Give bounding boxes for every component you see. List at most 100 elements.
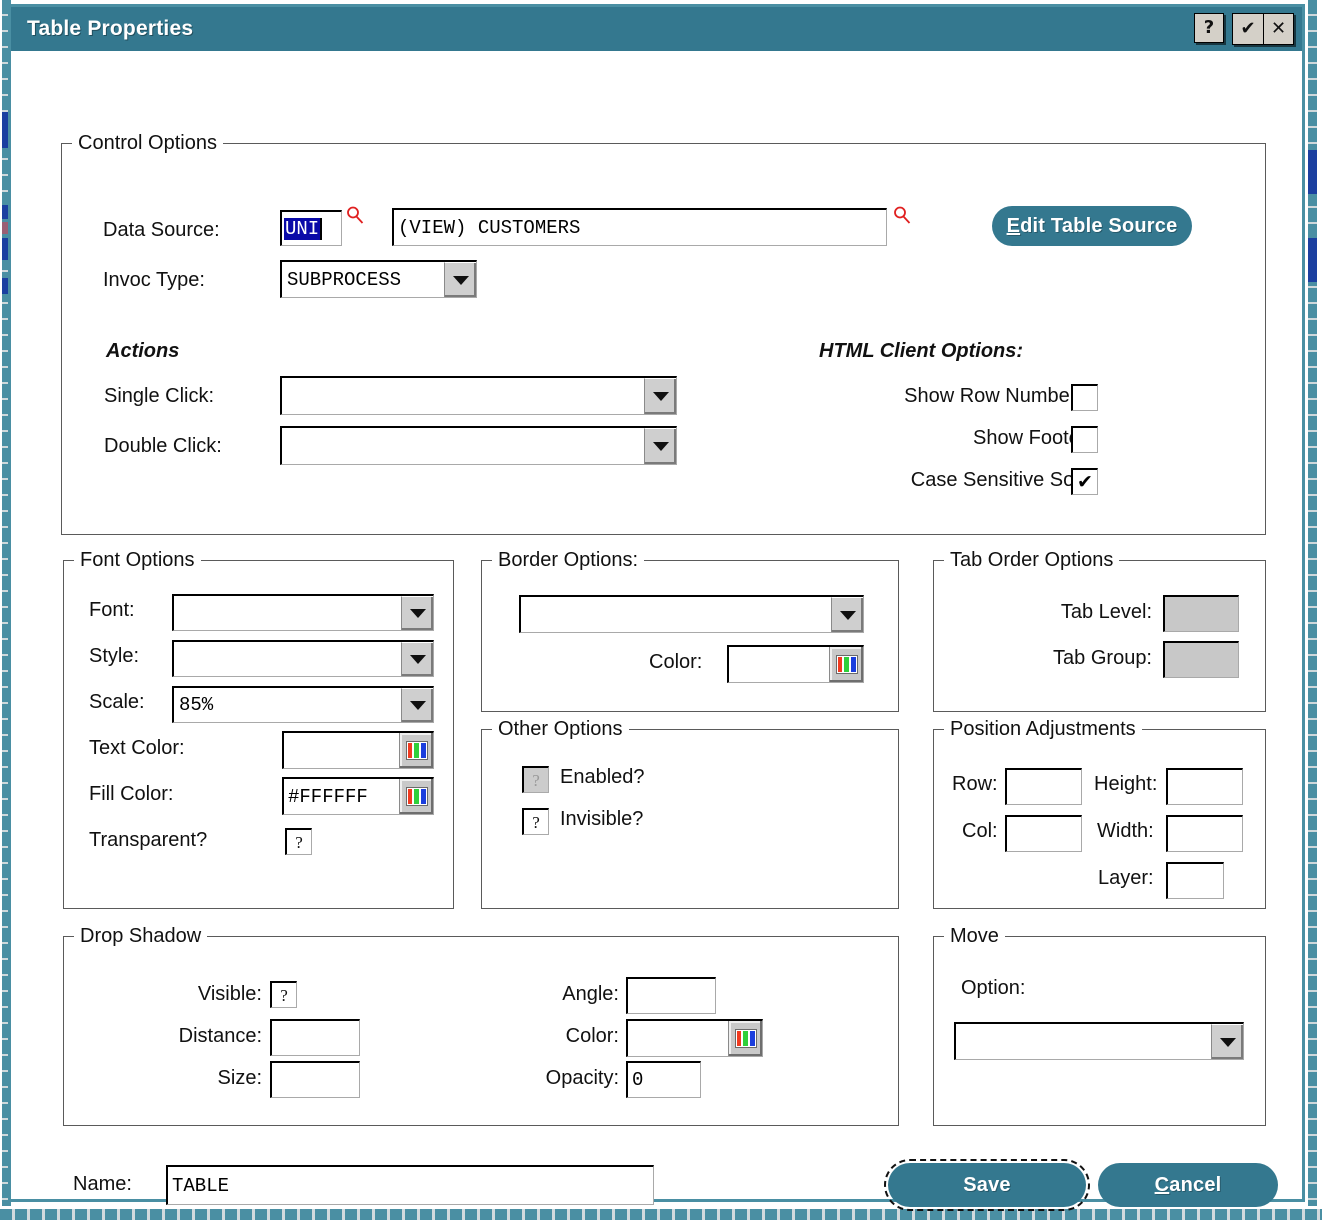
layer-field[interactable] bbox=[1166, 862, 1224, 899]
chevron-down-icon[interactable] bbox=[401, 596, 433, 630]
single-click-select[interactable] bbox=[280, 376, 677, 415]
fill-color-field[interactable]: #FFFFFF bbox=[282, 777, 434, 815]
dialog-titlebar: Table Properties ? ✔ ✕ bbox=[11, 7, 1302, 51]
group-tab-order-options-legend: Tab Order Options bbox=[944, 549, 1119, 572]
scale-select[interactable]: 85% bbox=[172, 686, 434, 723]
edit-table-source-label: dit Table Source bbox=[1020, 215, 1177, 237]
save-button[interactable]: Save bbox=[888, 1163, 1086, 1207]
invisible-label: Invisible? bbox=[560, 808, 643, 831]
invoc-type-label: Invoc Type: bbox=[103, 269, 205, 292]
shadow-size-field[interactable] bbox=[270, 1061, 360, 1098]
height-label: Height: bbox=[1094, 773, 1157, 796]
col-label: Col: bbox=[962, 820, 998, 843]
data-source-value-field[interactable]: (VIEW) CUSTOMERS bbox=[392, 208, 887, 246]
chevron-down-icon[interactable] bbox=[831, 597, 863, 632]
invoc-type-value: SUBPROCESS bbox=[282, 262, 444, 297]
style-label: Style: bbox=[89, 645, 139, 668]
tab-group-field[interactable] bbox=[1163, 641, 1239, 678]
show-footer-label: Show Footer: bbox=[804, 427, 1092, 450]
angle-label: Angle: bbox=[444, 983, 619, 1006]
chevron-down-icon[interactable] bbox=[401, 642, 433, 676]
color-picker-icon[interactable] bbox=[829, 647, 863, 682]
width-field[interactable] bbox=[1166, 815, 1243, 852]
group-font-options: Font Options Font: Style: Scale: 85% Tex… bbox=[63, 560, 454, 909]
show-footer-checkbox[interactable] bbox=[1071, 426, 1098, 453]
show-row-numbers-checkbox[interactable] bbox=[1071, 384, 1098, 411]
close-button[interactable]: ✕ bbox=[1263, 14, 1293, 44]
move-option-value bbox=[956, 1024, 1211, 1059]
shadow-distance-field[interactable] bbox=[270, 1019, 360, 1056]
shadow-color-value bbox=[628, 1021, 728, 1056]
cancel-button[interactable]: Cancel bbox=[1098, 1163, 1278, 1207]
edit-table-source-button[interactable]: Edit Table Source bbox=[992, 206, 1192, 246]
enabled-label: Enabled? bbox=[560, 766, 645, 789]
shadow-angle-field[interactable] bbox=[626, 977, 716, 1014]
group-font-options-legend: Font Options bbox=[74, 549, 201, 572]
dialog-title: Table Properties bbox=[11, 17, 193, 41]
shadow-color-label: Color: bbox=[444, 1025, 619, 1048]
bg-marker bbox=[1308, 150, 1317, 194]
search-icon[interactable] bbox=[893, 206, 911, 224]
edit-table-source-accel: E bbox=[1007, 215, 1021, 237]
help-button[interactable]: ? bbox=[1194, 13, 1224, 43]
fill-color-label: Fill Color: bbox=[89, 783, 173, 806]
border-style-select[interactable] bbox=[519, 595, 864, 633]
border-color-field[interactable] bbox=[727, 645, 864, 683]
group-border-options-legend: Border Options: bbox=[492, 549, 644, 572]
style-value bbox=[174, 642, 401, 676]
chevron-down-icon[interactable] bbox=[401, 688, 433, 722]
font-value bbox=[174, 596, 401, 630]
color-picker-icon[interactable] bbox=[399, 733, 433, 768]
group-position-adjustments-legend: Position Adjustments bbox=[944, 718, 1142, 741]
cancel-accel: C bbox=[1155, 1174, 1170, 1196]
scale-label: Scale: bbox=[89, 691, 145, 714]
show-row-numbers-label: Show Row Numbers: bbox=[804, 385, 1092, 408]
border-color-label: Color: bbox=[649, 651, 702, 674]
background-window-bottom-strip bbox=[0, 1206, 1322, 1222]
name-field[interactable]: TABLE bbox=[166, 1165, 654, 1205]
row-field[interactable] bbox=[1005, 768, 1082, 805]
tab-level-field[interactable] bbox=[1163, 595, 1239, 632]
group-move: Move Option: bbox=[933, 936, 1266, 1126]
enabled-checkbox[interactable] bbox=[522, 766, 549, 793]
chevron-down-icon[interactable] bbox=[644, 378, 676, 414]
size-label: Size: bbox=[84, 1067, 262, 1090]
shadow-color-field[interactable] bbox=[626, 1019, 763, 1057]
shadow-opacity-field[interactable]: 0 bbox=[626, 1061, 701, 1098]
col-field[interactable] bbox=[1005, 815, 1082, 852]
chevron-down-icon[interactable] bbox=[444, 262, 476, 297]
invisible-checkbox[interactable] bbox=[522, 808, 549, 835]
opacity-label: Opacity: bbox=[444, 1067, 619, 1090]
font-select[interactable] bbox=[172, 594, 434, 631]
chevron-down-icon[interactable] bbox=[1211, 1024, 1243, 1059]
group-other-options: Other Options Enabled? Invisible? bbox=[481, 729, 899, 909]
shadow-visible-checkbox[interactable] bbox=[270, 981, 297, 1008]
group-control-options-legend: Control Options bbox=[72, 132, 223, 155]
search-icon[interactable] bbox=[346, 206, 364, 224]
color-picker-icon[interactable] bbox=[728, 1021, 762, 1056]
height-field[interactable] bbox=[1166, 768, 1243, 805]
confirm-check-button[interactable]: ✔ bbox=[1233, 14, 1263, 44]
double-click-label: Double Click: bbox=[104, 435, 222, 458]
width-label: Width: bbox=[1097, 820, 1154, 843]
move-option-select[interactable] bbox=[954, 1022, 1244, 1060]
bg-marker bbox=[1308, 238, 1317, 282]
tab-level-label: Tab Level: bbox=[952, 601, 1152, 624]
actions-header: Actions bbox=[106, 340, 179, 363]
double-click-select[interactable] bbox=[280, 426, 677, 465]
group-border-options: Border Options: Color: bbox=[481, 560, 899, 712]
group-move-legend: Move bbox=[944, 925, 1005, 948]
invoc-type-select[interactable]: SUBPROCESS bbox=[280, 260, 477, 298]
transparent-checkbox[interactable] bbox=[285, 828, 312, 855]
case-sensitive-sort-checkbox[interactable] bbox=[1071, 468, 1098, 495]
cancel-button-label: ancel bbox=[1169, 1174, 1221, 1196]
color-picker-icon[interactable] bbox=[399, 779, 433, 814]
style-select[interactable] bbox=[172, 640, 434, 677]
group-other-options-legend: Other Options bbox=[492, 718, 629, 741]
single-click-value bbox=[282, 378, 644, 414]
chevron-down-icon[interactable] bbox=[644, 428, 676, 464]
data-source-prefix-field[interactable]: UNI bbox=[280, 210, 342, 246]
text-color-field[interactable] bbox=[282, 731, 434, 769]
data-source-label: Data Source: bbox=[103, 219, 220, 242]
html-client-options-header: HTML Client Options: bbox=[819, 340, 1023, 363]
